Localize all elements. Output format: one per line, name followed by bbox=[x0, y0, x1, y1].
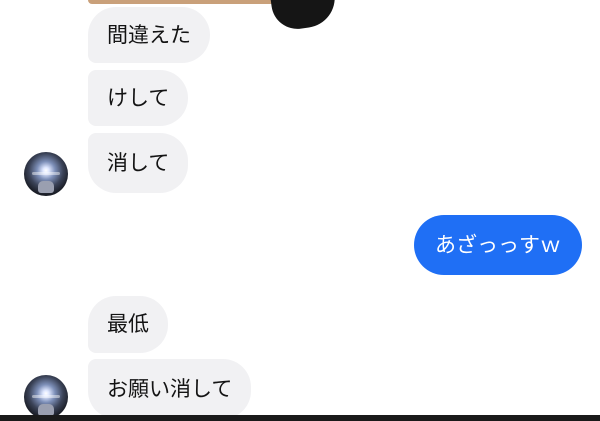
message-bubble-incoming[interactable]: 消して bbox=[88, 133, 189, 193]
message-bubble-incoming[interactable]: 間違えた bbox=[88, 7, 210, 63]
previous-message-edge bbox=[88, 0, 276, 4]
message-bubble-incoming[interactable]: けして bbox=[88, 70, 189, 126]
avatar-light-flare bbox=[32, 172, 60, 175]
message-bubble-incoming[interactable]: お願い消して bbox=[88, 359, 252, 419]
message-bubble-outgoing[interactable]: あざっっすｗ bbox=[414, 215, 582, 275]
avatar-hand-shape bbox=[38, 181, 54, 193]
contact-avatar[interactable] bbox=[24, 375, 68, 419]
contact-avatar[interactable] bbox=[24, 152, 68, 196]
chat-thread: 間違えた けして 消して あざっっすｗ 最低 お願い消して bbox=[0, 0, 600, 421]
message-bubble-incoming[interactable]: 最低 bbox=[88, 296, 168, 353]
avatar-light-flare bbox=[32, 395, 60, 398]
previous-message-image-edge bbox=[269, 0, 339, 33]
bottom-edge-bar bbox=[0, 415, 600, 421]
